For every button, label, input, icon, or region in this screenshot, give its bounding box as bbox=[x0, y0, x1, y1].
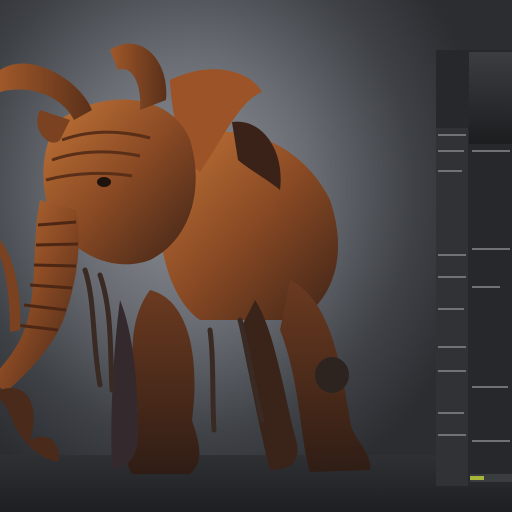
panel-line bbox=[438, 276, 466, 278]
panel-line bbox=[438, 434, 466, 436]
panel-line bbox=[472, 286, 500, 288]
panel-line bbox=[472, 440, 510, 442]
panel-line bbox=[438, 254, 466, 256]
front-leg-left bbox=[111, 300, 138, 469]
panel-column bbox=[436, 128, 468, 486]
panel-line bbox=[438, 370, 466, 372]
panel-line bbox=[438, 170, 462, 172]
side-panel bbox=[436, 50, 512, 486]
panel-thumbnail bbox=[469, 52, 512, 144]
status-ok-icon bbox=[470, 476, 484, 480]
status-indicator bbox=[470, 474, 512, 482]
horn-left bbox=[0, 63, 92, 120]
side-tentacle bbox=[0, 240, 21, 332]
panel-line bbox=[472, 248, 510, 250]
panel-line bbox=[438, 150, 464, 152]
panel-line bbox=[472, 386, 508, 388]
eye bbox=[97, 177, 111, 187]
panel-line bbox=[438, 412, 464, 414]
panel-line bbox=[438, 308, 464, 310]
panel-line bbox=[438, 134, 466, 136]
front-leg-right bbox=[126, 290, 200, 474]
panel-line bbox=[472, 150, 510, 152]
tail-knob bbox=[315, 357, 349, 393]
lower-tentacle bbox=[0, 388, 59, 462]
panel-line bbox=[438, 346, 466, 348]
